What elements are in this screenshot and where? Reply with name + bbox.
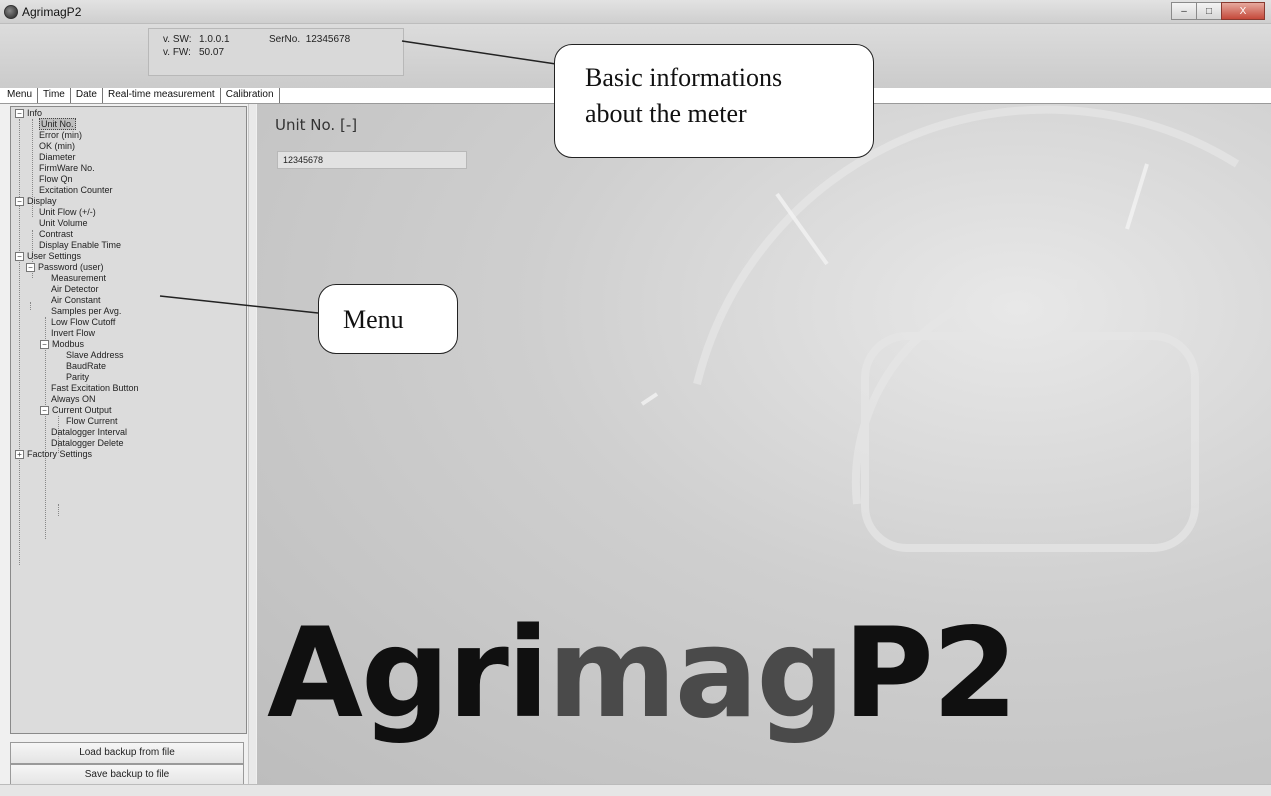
basic-info-callout-line1: Basic informations: [585, 63, 783, 92]
basic-info-callout-line2: about the meter: [585, 99, 747, 128]
menu-callout: Menu: [318, 284, 458, 354]
menu-callout-text: Menu: [343, 305, 404, 334]
basic-info-callout: Basic informations about the meter: [554, 44, 874, 158]
